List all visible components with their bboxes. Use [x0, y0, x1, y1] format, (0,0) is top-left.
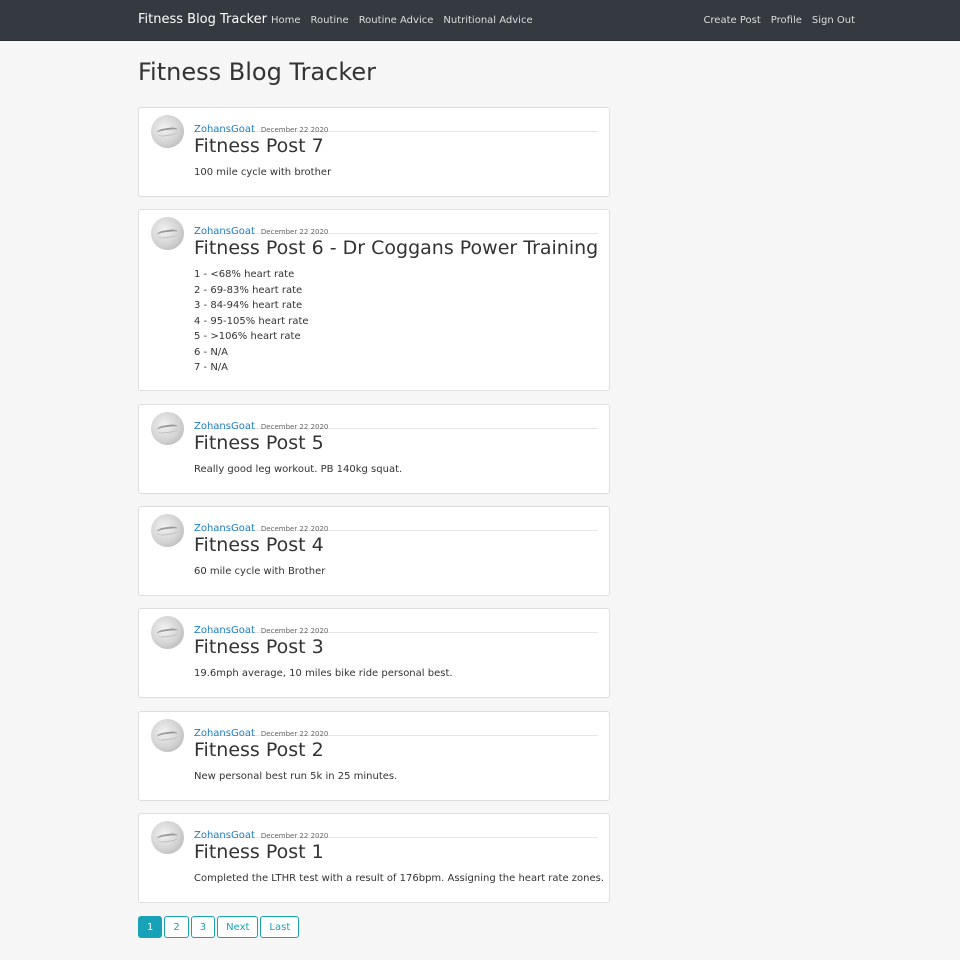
author-avatar	[151, 514, 184, 547]
post-content: Really good leg workout. PB 140kg squat.	[194, 462, 598, 478]
post-author-link[interactable]: ZohansGoat	[194, 124, 255, 135]
post-content-line: 100 mile cycle with brother	[194, 167, 332, 178]
post-date: December 22 2020	[260, 228, 329, 236]
post-card: ZohansGoat December 22 2020 Fitness Post 7…	[138, 107, 610, 197]
post-content-line: 5 - >106% heart rate	[194, 331, 301, 342]
post-content-line: 7 - N/A	[194, 362, 229, 373]
author-avatar	[151, 719, 184, 752]
post-content-line: 3 - 84-94% heart rate	[194, 300, 303, 311]
post-card: ZohansGoat December 22 2020 Fitness Post 1…	[138, 813, 610, 903]
nav-home-link[interactable]: Home	[271, 15, 301, 26]
post-title-link[interactable]: Fitness Post 5	[194, 432, 324, 454]
post-card: ZohansGoat December 22 2020 Fitness Post 5…	[138, 404, 610, 494]
page-2-button[interactable]: 2	[164, 916, 189, 938]
post-title-link[interactable]: Fitness Post 2	[194, 739, 324, 761]
post-author-link[interactable]: ZohansGoat	[194, 523, 255, 534]
author-avatar	[151, 217, 184, 250]
page-title: Fitness Blog Tracker	[138, 58, 377, 86]
post-title-link[interactable]: Fitness Post 6 - Dr Coggans Power Traini…	[194, 237, 598, 259]
post-title-link[interactable]: Fitness Post 7	[194, 135, 324, 157]
page-3-button[interactable]: 3	[190, 916, 216, 938]
post-date: December 22 2020	[260, 730, 329, 738]
post-meta: ZohansGoat December 22 2020	[194, 516, 598, 534]
post-meta: ZohansGoat December 22 2020	[194, 414, 598, 432]
post-content-line: 4 - 95-105% heart rate	[194, 315, 309, 327]
author-avatar	[151, 115, 184, 148]
post-content-line: 2 - 69-83% heart rate	[194, 284, 303, 296]
post-card: ZohansGoat December 22 2020 Fitness Post 3…	[138, 608, 610, 698]
nav-nutritional-advice-link[interactable]: Nutritional Advice	[443, 15, 532, 26]
post-title-link[interactable]: Fitness Post 1	[194, 841, 324, 863]
post-meta: ZohansGoat December 22 2020	[194, 721, 598, 739]
nav-sign-out-link[interactable]: Sign Out	[812, 15, 855, 26]
post-meta: ZohansGoat December 22 2020	[194, 618, 598, 636]
post-content-line: Really good leg workout. PB 140kg squat.	[194, 464, 403, 475]
post-date: December 22 2020	[260, 832, 329, 840]
post-title-link[interactable]: Fitness Post 4	[194, 534, 324, 556]
post-date: December 22 2020	[260, 423, 329, 431]
post-meta: ZohansGoat December 22 2020	[194, 117, 598, 135]
post-title-link[interactable]: Fitness Post 3	[194, 636, 324, 658]
next-page-button[interactable]: Next	[217, 916, 259, 938]
nav-routine-link[interactable]: Routine	[311, 15, 349, 26]
author-avatar	[151, 412, 184, 445]
post-date: December 22 2020	[260, 126, 329, 134]
post-author-link[interactable]: ZohansGoat	[194, 625, 255, 636]
post-content-line: 6 - N/A	[194, 346, 229, 358]
post-content: 1 - <68% heart rate 2 - 69-83% heart rate…	[194, 267, 598, 376]
post-content: Completed the LTHR test with a result of…	[194, 871, 605, 887]
post-content: New personal best run 5k in 25 minutes.	[194, 769, 598, 785]
pagination: 1 2 3 Next Last	[138, 916, 300, 938]
post-content-line: 60 mile cycle with Brother	[194, 566, 326, 577]
nav-left: Home Routine Routine Advice Nutritional …	[271, 15, 533, 26]
post-content: 19.6mph average, 10 miles bike ride pers…	[194, 666, 598, 682]
post-author-link[interactable]: ZohansGoat	[194, 830, 255, 841]
author-avatar	[151, 821, 184, 854]
brand-link[interactable]: Fitness Blog Tracker	[138, 12, 267, 27]
post-author-link[interactable]: ZohansGoat	[194, 226, 255, 237]
post-content-line: 1 - <68% heart rate	[194, 269, 295, 280]
post-content: 100 mile cycle with brother	[194, 165, 598, 181]
post-meta: ZohansGoat December 22 2020	[194, 823, 598, 841]
last-page-button[interactable]: Last	[260, 916, 300, 938]
page-1-button[interactable]: 1	[138, 916, 163, 938]
nav-create-post-link[interactable]: Create Post	[703, 15, 760, 26]
post-content-line: 19.6mph average, 10 miles bike ride pers…	[194, 668, 453, 679]
navbar: Fitness Blog Tracker Home Routine Routin…	[0, 0, 960, 41]
nav-profile-link[interactable]: Profile	[771, 15, 802, 26]
post-author-link[interactable]: ZohansGoat	[194, 728, 255, 739]
post-card: ZohansGoat December 22 2020 Fitness Post 4…	[138, 506, 610, 596]
post-content: 60 mile cycle with Brother	[194, 564, 598, 580]
post-card: ZohansGoat December 22 2020 Fitness Post 6…	[138, 209, 610, 391]
post-date: December 22 2020	[260, 627, 329, 635]
post-date: December 22 2020	[260, 525, 329, 533]
nav-right: Create Post Profile Sign Out	[703, 15, 855, 26]
post-card: ZohansGoat December 22 2020 Fitness Post 2…	[138, 711, 610, 801]
post-content-line: New personal best run 5k in 25 minutes.	[194, 771, 398, 782]
post-meta: ZohansGoat December 22 2020	[194, 219, 598, 237]
nav-routine-advice-link[interactable]: Routine Advice	[359, 15, 434, 26]
post-author-link[interactable]: ZohansGoat	[194, 421, 255, 432]
post-content-line: Completed the LTHR test with a result of…	[194, 873, 605, 884]
author-avatar	[151, 616, 184, 649]
